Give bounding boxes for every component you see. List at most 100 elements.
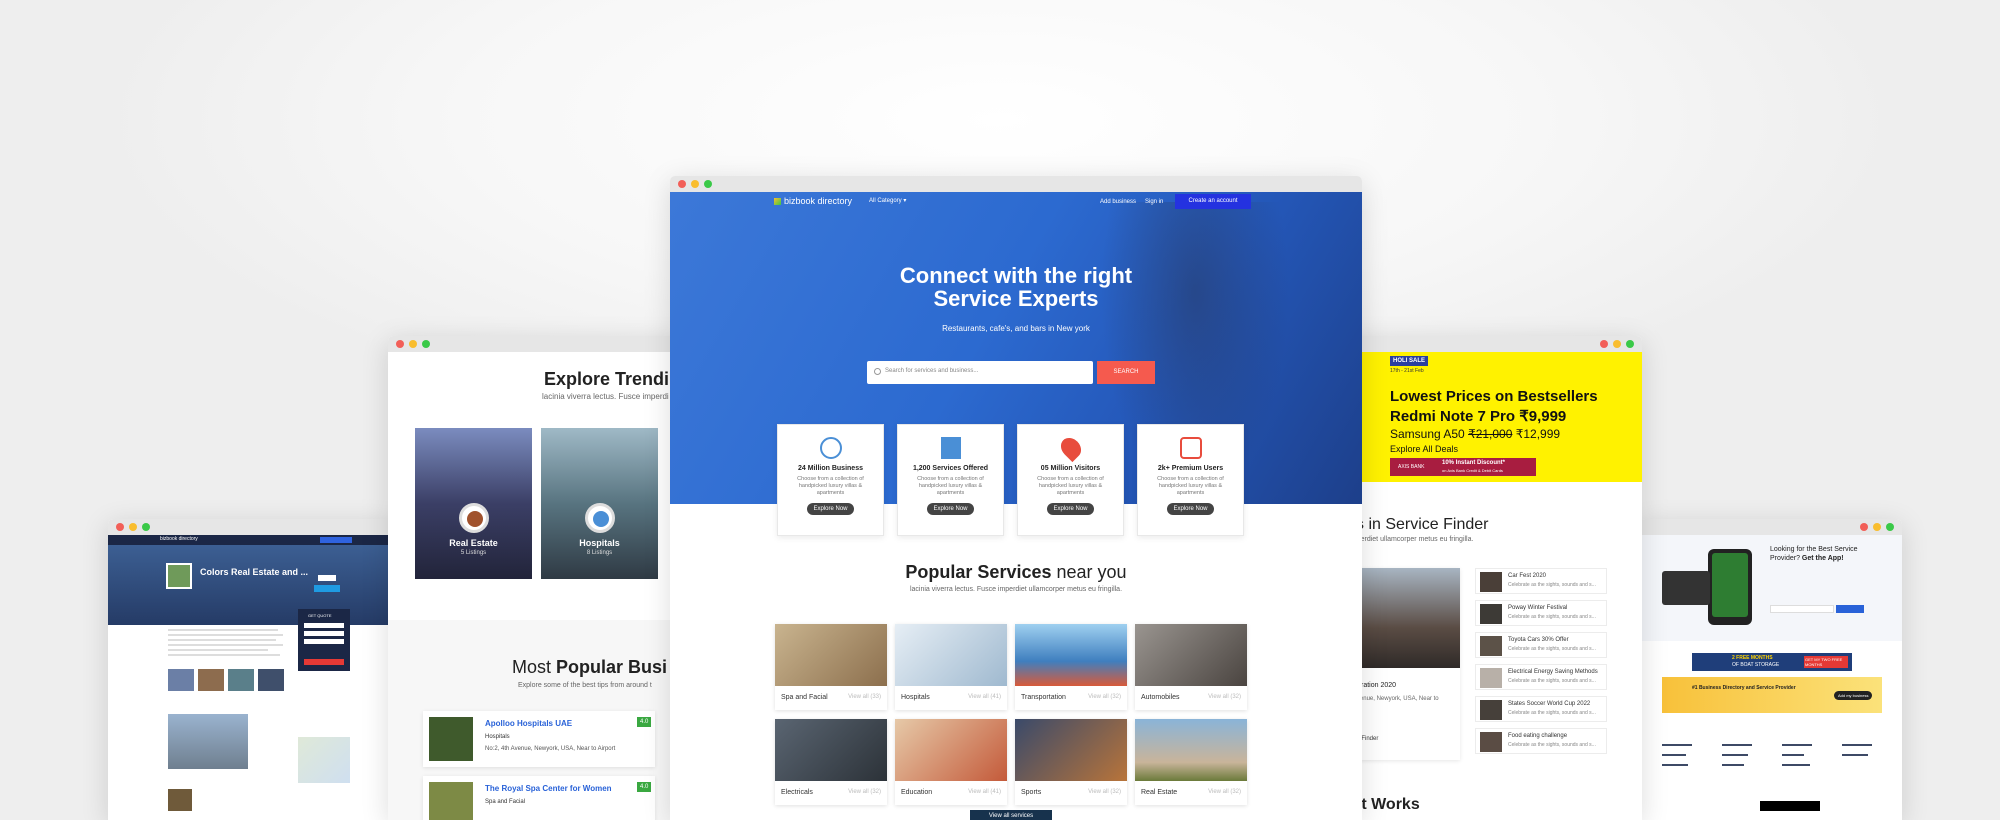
listing-image [429, 717, 473, 761]
event-thumb [1480, 732, 1502, 752]
service-count[interactable]: View all (32) [1208, 694, 1241, 700]
service-card[interactable]: Hospitals View all (41) [895, 624, 1007, 710]
category-card-real-estate[interactable]: Real Estate 5 Listings [415, 428, 532, 579]
service-card[interactable]: Transportation View all (32) [1015, 624, 1127, 710]
store-badges[interactable] [1760, 801, 1820, 811]
trending-subtitle: lacinia viverra lectus. Fusce imperdi [542, 392, 669, 401]
listing-card[interactable]: The Royal Spa Center for Women Spa and F… [423, 776, 655, 820]
deal-samsung: Samsung A50 ₹21,000 ₹12,999 [1390, 427, 1561, 441]
rating-badge: 4.0 [637, 782, 652, 792]
quote-field[interactable] [304, 623, 344, 628]
category-count: 8 Listings [586, 550, 613, 556]
quote-submit[interactable] [304, 659, 344, 665]
minimize-dot[interactable] [1613, 340, 1621, 348]
event-name: Food eating challenge [1508, 733, 1568, 739]
logo-icon [774, 197, 781, 205]
explore-deals-link[interactable]: Explore All Deals [1390, 444, 1458, 454]
event-item[interactable]: Food eating challenge Celebrate as the si… [1475, 728, 1607, 754]
quote-field[interactable] [304, 631, 344, 636]
close-dot[interactable] [1860, 523, 1868, 531]
chat-button[interactable] [314, 585, 340, 592]
view-all-services-button[interactable]: View all services [970, 810, 1052, 820]
service-name: Hospitals [901, 694, 930, 701]
service-count[interactable]: View all (41) [968, 789, 1001, 795]
service-card[interactable]: Electricals View all (32) [775, 719, 887, 805]
bank-offer[interactable]: AXIS BANK 10% Instant Discount* on Axis … [1390, 458, 1536, 476]
service-image [895, 624, 1007, 686]
maximize-dot[interactable] [422, 340, 430, 348]
banner-button[interactable]: Add my business [1834, 691, 1873, 700]
minimize-dot[interactable] [1873, 523, 1881, 531]
nav-logo[interactable]: bizbook directory [774, 196, 852, 206]
minimize-dot[interactable] [129, 523, 137, 531]
service-count[interactable]: View all (33) [848, 694, 881, 700]
service-count[interactable]: View all (32) [848, 789, 881, 795]
deals-window: HOLI SALE 17th - 21st Feb Lowest Prices … [1340, 336, 1642, 820]
map-widget[interactable] [298, 737, 350, 783]
category-count: 5 Listings [460, 550, 487, 556]
category-card-hospitals[interactable]: Hospitals 8 Listings [541, 428, 658, 579]
app-q1: Looking for the Best Service [1770, 546, 1858, 553]
explore-now-button[interactable]: Explore Now [1167, 503, 1214, 515]
deal-banner[interactable]: HOLI SALE 17th - 21st Feb Lowest Prices … [1340, 352, 1642, 482]
cta-button[interactable] [320, 537, 352, 543]
explore-now-button[interactable]: Explore Now [807, 503, 854, 515]
explore-now-button[interactable]: Explore Now [1047, 503, 1094, 515]
stat-title: 1,200 Services Offered [912, 465, 989, 472]
service-name: Electricals [781, 789, 813, 796]
events-title-rest: in Service Finder [1364, 516, 1489, 533]
maximize-dot[interactable] [1626, 340, 1634, 348]
quote-field[interactable] [304, 639, 344, 644]
nav-sign-in[interactable]: Sign in [1145, 199, 1163, 205]
event-item[interactable]: States Soccer World Cup 2022 Celebrate as… [1475, 696, 1607, 722]
event-name: Poway Winter Festival [1508, 605, 1568, 611]
close-dot[interactable] [678, 180, 686, 188]
event-item[interactable]: Toyota Cars 30% Offer Celebrate as the si… [1475, 632, 1607, 658]
nav-create-account-button[interactable]: Create an account [1175, 194, 1251, 209]
maximize-dot[interactable] [142, 523, 150, 531]
minimize-dot[interactable] [409, 340, 417, 348]
service-image [1135, 624, 1247, 686]
service-card[interactable]: Automobiles View all (32) [1135, 624, 1247, 710]
search-input[interactable]: Search for services and business... [867, 361, 1093, 384]
event-item[interactable]: Electrical Energy Saving Methods Celebrat… [1475, 664, 1607, 690]
stat-desc: Choose from a collection of handpicked l… [797, 476, 864, 496]
window-titlebar [1340, 336, 1642, 352]
logo-text[interactable]: bizbook directory [160, 536, 198, 542]
service-card[interactable]: Education View all (41) [895, 719, 1007, 805]
service-count[interactable]: View all (32) [1208, 789, 1241, 795]
trending-title: Explore Trendi [544, 369, 670, 389]
app-send-button[interactable] [1836, 605, 1864, 613]
listing-name[interactable]: Apolloo Hospitals UAE [485, 719, 572, 728]
event-item[interactable]: Poway Winter Festival Celebrate as the si… [1475, 600, 1607, 626]
boat-promo-banner[interactable]: 2 FREE MONTHS OF BOAT STORAGE GET MY TWO… [1692, 653, 1852, 671]
close-dot[interactable] [1600, 340, 1608, 348]
maximize-dot[interactable] [704, 180, 712, 188]
sale-badge: HOLI SALE [1390, 356, 1429, 366]
listing-category: Spa and Facial [485, 799, 526, 805]
app-email-field[interactable] [1770, 605, 1834, 613]
rating-badge: 4.0 [637, 717, 652, 727]
nav-category-dropdown[interactable]: All Category ▾ [869, 197, 906, 204]
maximize-dot[interactable] [1886, 523, 1894, 531]
close-dot[interactable] [116, 523, 124, 531]
minimize-dot[interactable] [691, 180, 699, 188]
service-count[interactable]: View all (32) [1088, 789, 1121, 795]
close-dot[interactable] [396, 340, 404, 348]
service-count[interactable]: View all (32) [1088, 694, 1121, 700]
promo-cta[interactable]: GET MY TWO FREE MONTHS [1804, 656, 1848, 668]
trending-window: Explore Trendi lacinia viverra lectus. F… [388, 336, 688, 820]
explore-now-button[interactable]: Explore Now [927, 503, 974, 515]
bank-name: AXIS BANK [1398, 464, 1425, 470]
service-card[interactable]: Real Estate View all (32) [1135, 719, 1247, 805]
app-promo-window: Looking for the Best Service Provider? Ge… [1640, 519, 1902, 820]
event-item[interactable]: Car Fest 2020 Celebrate as the sights, so… [1475, 568, 1607, 594]
search-button[interactable]: SEARCH [1097, 361, 1155, 384]
listing-name[interactable]: The Royal Spa Center for Women [485, 784, 612, 793]
nav-add-business[interactable]: Add business [1100, 199, 1136, 205]
listing-photo-2 [198, 669, 224, 691]
service-count[interactable]: View all (41) [968, 694, 1001, 700]
listing-card[interactable]: Apolloo Hospitals UAE Hospitals No:2, 4t… [423, 711, 655, 767]
service-card[interactable]: Spa and Facial View all (33) [775, 624, 887, 710]
service-card[interactable]: Sports View all (32) [1015, 719, 1127, 805]
